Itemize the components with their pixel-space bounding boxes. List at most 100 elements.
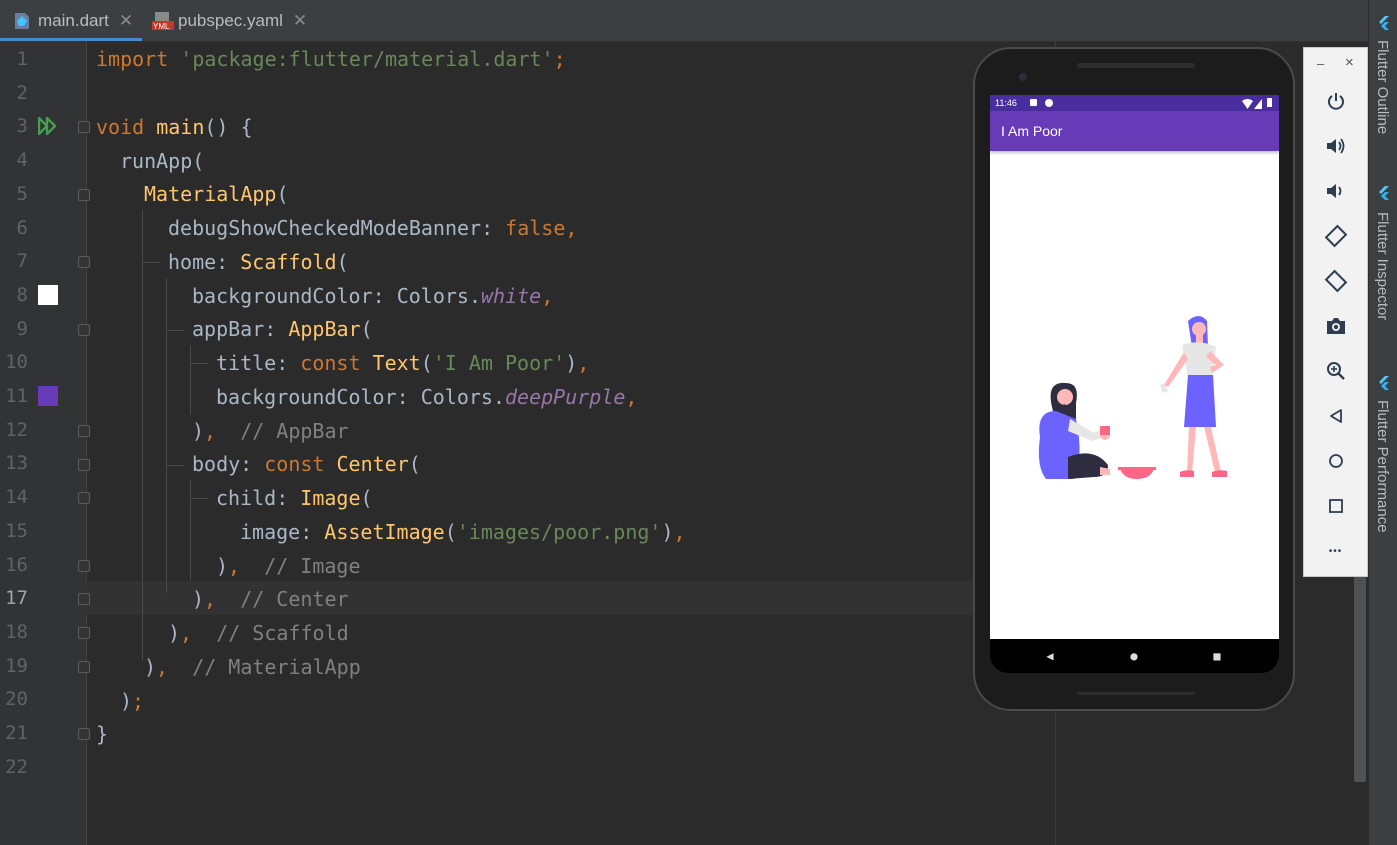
color-swatch-deep-purple-icon[interactable] [38, 386, 58, 406]
line-number: 5 [16, 182, 28, 205]
code-line-14: child: Image( [216, 486, 373, 510]
side-tab-label: Flutter Performance [1374, 400, 1391, 533]
volume-up-icon[interactable] [1304, 131, 1367, 161]
battery-icon [1267, 98, 1272, 107]
close-tab-icon[interactable]: ✕ [293, 11, 307, 31]
fold-icon[interactable] [78, 189, 90, 201]
begging-bowl [1120, 469, 1154, 479]
nav-home-button[interactable]: ● [1119, 639, 1149, 673]
code-line-9: appBar: AppBar( [192, 317, 373, 341]
code-line-1: import 'package:flutter/material.dart'; [96, 47, 566, 71]
line-number: 14 [5, 486, 28, 509]
power-icon[interactable] [1304, 86, 1367, 116]
home-icon[interactable] [1304, 446, 1367, 476]
run-icon[interactable] [37, 116, 58, 139]
close-tab-icon[interactable]: ✕ [119, 11, 133, 31]
flutter-icon [1379, 376, 1389, 390]
fold-icon[interactable] [78, 593, 90, 605]
front-camera-icon [1019, 73, 1027, 81]
code-line-21: } [96, 722, 109, 746]
nav-recents-button[interactable]: ■ [1202, 639, 1232, 673]
indent-guide [190, 498, 208, 499]
tab-main-dart[interactable]: main.dart ✕ [0, 0, 142, 41]
fold-icon[interactable] [78, 324, 90, 336]
code-line-12: ), // AppBar [192, 419, 349, 443]
editor-tab-bar: main.dart ✕ YML pubspec.yaml ✕ [0, 0, 1368, 42]
code-line-11: backgroundColor: Colors.deepPurple, [216, 385, 638, 409]
flutter-icon [1379, 16, 1389, 30]
line-number: 8 [16, 283, 28, 306]
volume-down-icon[interactable] [1304, 176, 1367, 206]
more-label: ••• [1328, 545, 1343, 557]
status-time: 11:46 [995, 98, 1017, 108]
nav-back-button[interactable]: ◀ [1035, 639, 1065, 673]
notification-icon [1030, 99, 1037, 106]
close-button[interactable]: × [1345, 54, 1354, 71]
app-bar: I Am Poor [990, 111, 1279, 151]
line-number: 9 [16, 317, 28, 340]
bottom-speaker [1077, 692, 1195, 695]
code-line-7: home: Scaffold( [168, 250, 349, 274]
color-swatch-white-icon[interactable] [38, 285, 58, 305]
code-line-20: ); [120, 689, 145, 713]
line-number: 21 [5, 722, 28, 744]
line-number: 15 [5, 519, 28, 542]
camera-icon[interactable] [1304, 311, 1367, 341]
code-line-17: ), // Center [192, 587, 349, 611]
fold-icon[interactable] [78, 492, 90, 504]
fold-icon[interactable] [78, 627, 90, 639]
notification-icon [1045, 99, 1053, 107]
line-number: 12 [5, 418, 28, 441]
side-tab-label: Flutter Inspector [1374, 212, 1391, 321]
line-number: 4 [16, 149, 28, 172]
indent-guide [142, 210, 143, 660]
overview-icon[interactable] [1304, 491, 1367, 521]
back-icon[interactable] [1304, 401, 1367, 431]
speaker-grille [1077, 63, 1195, 68]
fold-icon[interactable] [78, 459, 90, 471]
indent-guide [190, 480, 191, 580]
fold-icon[interactable] [78, 560, 90, 572]
indent-guide [166, 278, 167, 593]
code-line-13: body: const Center( [192, 452, 421, 476]
fold-icon[interactable] [78, 121, 90, 133]
code-line-8: backgroundColor: Colors.white, [192, 284, 554, 308]
code-line-4: runApp( [120, 149, 205, 173]
fold-icon[interactable] [78, 425, 90, 437]
minimize-button[interactable]: – [1317, 56, 1324, 71]
rotate-right-icon[interactable] [1304, 266, 1367, 296]
rotate-left-icon[interactable] [1304, 221, 1367, 251]
zoom-icon[interactable] [1304, 356, 1367, 386]
indent-guide [166, 330, 184, 331]
indent-guide [142, 262, 160, 263]
fold-icon[interactable] [78, 728, 90, 740]
emulator-screen[interactable]: 11:46 I Am Poor [990, 95, 1279, 639]
code-line-15: image: AssetImage('images/poor.png'), [240, 520, 686, 544]
fold-icon[interactable] [78, 661, 90, 673]
more-icon[interactable]: ••• [1304, 536, 1367, 566]
code-line-18: ), // Scaffold [168, 621, 349, 645]
android-status-bar: 11:46 [990, 95, 1279, 111]
right-tool-window-bar: Flutter Outline Flutter Inspector Flutte… [1368, 0, 1397, 845]
code-line-3: void main() { [96, 115, 253, 139]
poor-illustration [1038, 316, 1227, 479]
app-bar-title: I Am Poor [1001, 123, 1063, 139]
code-line-5: MaterialApp( [144, 182, 289, 206]
line-number: 6 [16, 216, 28, 239]
dart-file-icon [12, 10, 32, 32]
sitting-man-figure [1038, 382, 1110, 479]
tab-label: pubspec.yaml [178, 10, 283, 30]
line-number: 7 [16, 250, 28, 273]
editor-scrollbar[interactable] [1354, 560, 1366, 782]
tab-pubspec-yaml[interactable]: YML pubspec.yaml ✕ [152, 0, 307, 41]
fold-icon[interactable] [78, 256, 90, 268]
code-line-16: ), // Image [216, 554, 361, 578]
indent-guide [190, 363, 208, 364]
line-number: 13 [5, 452, 28, 475]
standing-woman-figure [1160, 316, 1227, 477]
svg-text:YML: YML [153, 22, 170, 31]
code-line-19: ), // MaterialApp [144, 655, 361, 679]
indent-guide [166, 465, 184, 466]
emulator-toolbar: – × ••• [1303, 47, 1368, 577]
line-number: 10 [5, 351, 28, 374]
